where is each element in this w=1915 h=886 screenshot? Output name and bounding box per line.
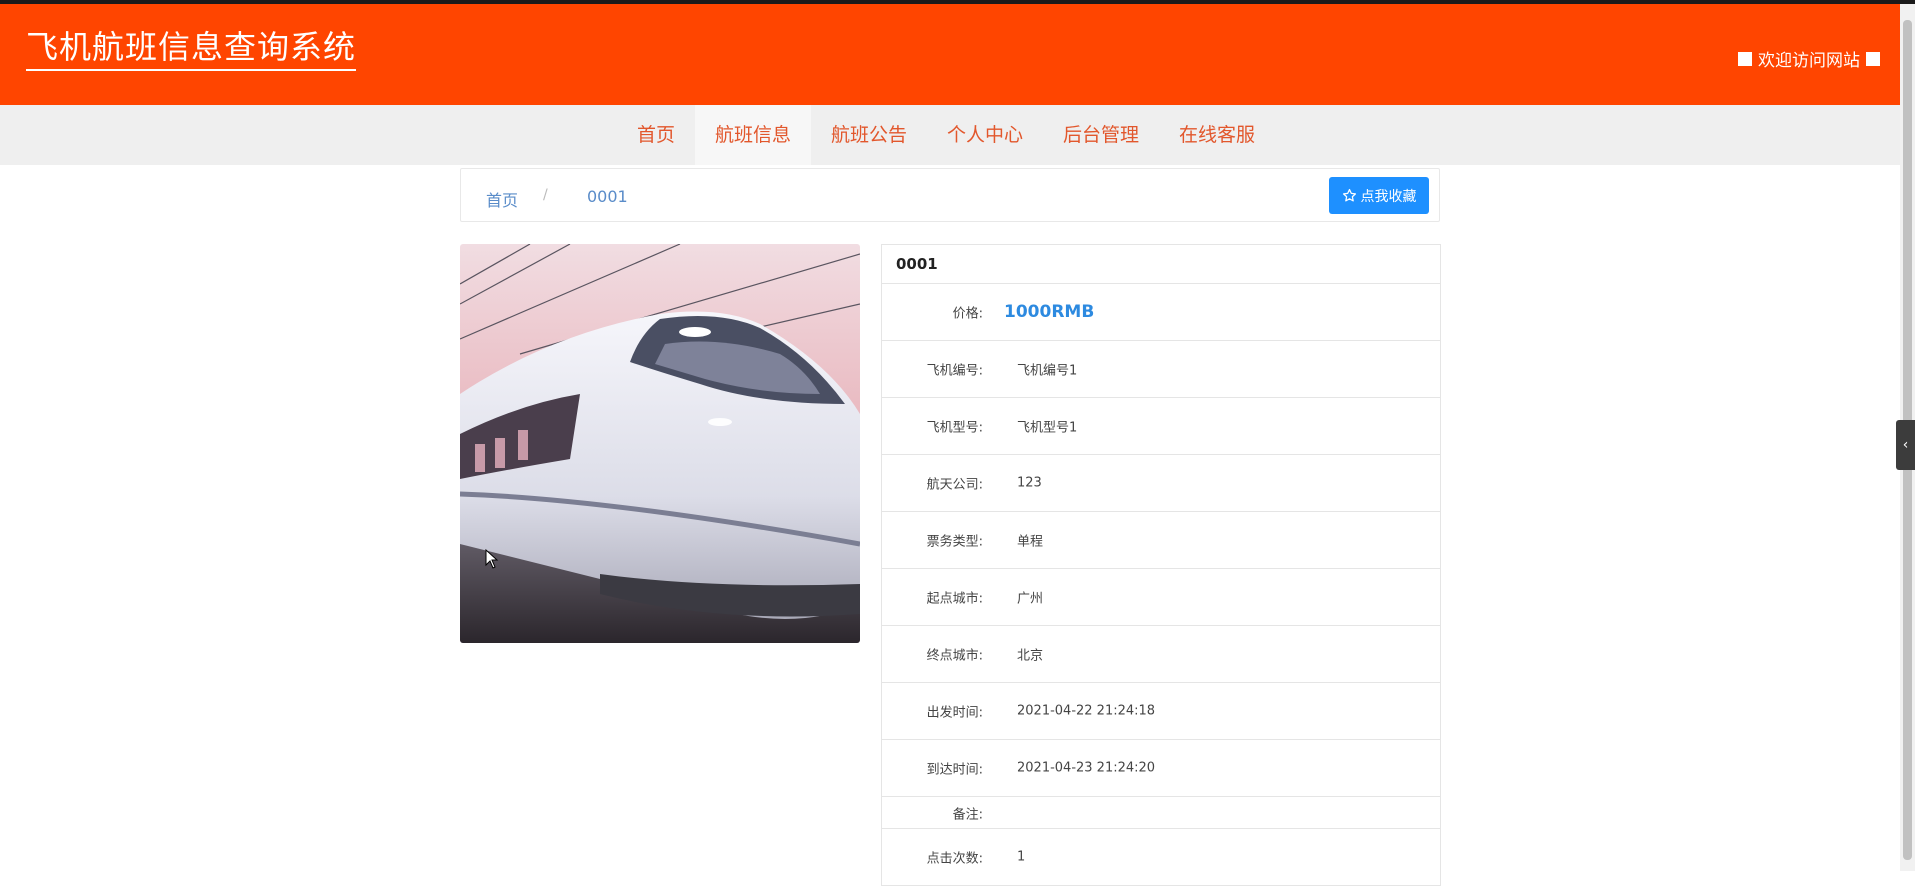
detail-row: 票务类型: 单程 bbox=[882, 512, 1440, 569]
nav-item-flight-info[interactable]: 航班信息 bbox=[694, 105, 811, 165]
field-label: 起点城市: bbox=[926, 591, 983, 607]
square-icon bbox=[1866, 51, 1880, 66]
breadcrumb-home[interactable]: 首页 bbox=[486, 187, 518, 211]
breadcrumb: 首页 / 0001 点我收藏 bbox=[460, 168, 1440, 222]
field-value: 2021-04-22 21:24:18 bbox=[1017, 703, 1156, 719]
field-value: 123 bbox=[1017, 475, 1042, 491]
field-label: 飞机型号: bbox=[926, 420, 983, 436]
clicks-value: 1 bbox=[1017, 849, 1026, 865]
clicks-label: 点击次数: bbox=[926, 851, 983, 867]
field-value: 北京 bbox=[1017, 648, 1044, 664]
detail-row: 航天公司: 123 bbox=[882, 455, 1440, 512]
detail-row: 出发时间: 2021-04-22 21:24:18 bbox=[882, 683, 1440, 740]
detail-title: 0001 bbox=[882, 245, 1440, 284]
nav-item-personal-center[interactable]: 个人中心 bbox=[927, 105, 1043, 165]
detail-row-price: 价格: 1000RMB bbox=[882, 284, 1440, 341]
price-label: 价格: bbox=[952, 306, 983, 322]
favorite-button[interactable]: 点我收藏 bbox=[1329, 177, 1429, 214]
field-label: 票务类型: bbox=[926, 534, 983, 550]
detail-row: 起点城市: 广州 bbox=[882, 569, 1440, 626]
detail-row-remark: 备注: bbox=[882, 797, 1440, 829]
field-value: 飞机编号1 bbox=[1017, 363, 1078, 379]
main-nav: 首页 航班信息 航班公告 个人中心 后台管理 在线客服 bbox=[0, 105, 1900, 165]
detail-row: 飞机型号: 飞机型号1 bbox=[882, 398, 1440, 455]
site-header: 飞机航班信息查询系统 欢迎访问网站 bbox=[0, 4, 1900, 105]
field-label: 终点城市: bbox=[926, 648, 983, 664]
field-label: 出发时间: bbox=[926, 705, 983, 721]
star-icon bbox=[1342, 188, 1356, 202]
detail-row: 终点城市: 北京 bbox=[882, 626, 1440, 683]
nav-item-home[interactable]: 首页 bbox=[617, 105, 695, 165]
field-label: 飞机编号: bbox=[926, 363, 983, 379]
nav-item-flight-notice[interactable]: 航班公告 bbox=[811, 105, 927, 165]
side-panel-toggle[interactable]: ‹ bbox=[1896, 420, 1915, 470]
remark-label: 备注: bbox=[952, 807, 983, 822]
field-value: 单程 bbox=[1017, 534, 1044, 550]
field-value: 广州 bbox=[1017, 591, 1044, 607]
chevron-left-icon: ‹ bbox=[1902, 437, 1909, 453]
breadcrumb-current: 0001 bbox=[587, 187, 628, 206]
flight-image bbox=[460, 244, 860, 643]
breadcrumb-separator: / bbox=[543, 187, 548, 203]
flight-detail-panel: 0001 价格: 1000RMB 飞机编号: 飞机编号1 飞机型号: 飞机型号1… bbox=[881, 244, 1441, 886]
nav-item-admin[interactable]: 后台管理 bbox=[1043, 105, 1159, 165]
field-value: 飞机型号1 bbox=[1017, 420, 1078, 436]
field-label: 航天公司: bbox=[926, 477, 983, 493]
field-label: 到达时间: bbox=[926, 762, 983, 778]
detail-row: 到达时间: 2021-04-23 21:24:20 bbox=[882, 740, 1440, 797]
site-title[interactable]: 飞机航班信息查询系统 bbox=[26, 29, 357, 72]
field-value: 2021-04-23 21:24:20 bbox=[1017, 760, 1156, 776]
nav-item-online-service[interactable]: 在线客服 bbox=[1159, 105, 1275, 165]
detail-row: 飞机编号: 飞机编号1 bbox=[882, 341, 1440, 398]
mouse-cursor-icon bbox=[485, 548, 499, 573]
detail-row-clicks: 点击次数: 1 bbox=[882, 829, 1440, 886]
price-value: 1000RMB bbox=[1004, 302, 1095, 322]
square-icon bbox=[1738, 51, 1752, 66]
welcome-banner: 欢迎访问网站 bbox=[1738, 46, 1880, 71]
welcome-text: 欢迎访问网站 bbox=[1758, 51, 1860, 71]
favorite-button-label: 点我收藏 bbox=[1360, 188, 1417, 205]
